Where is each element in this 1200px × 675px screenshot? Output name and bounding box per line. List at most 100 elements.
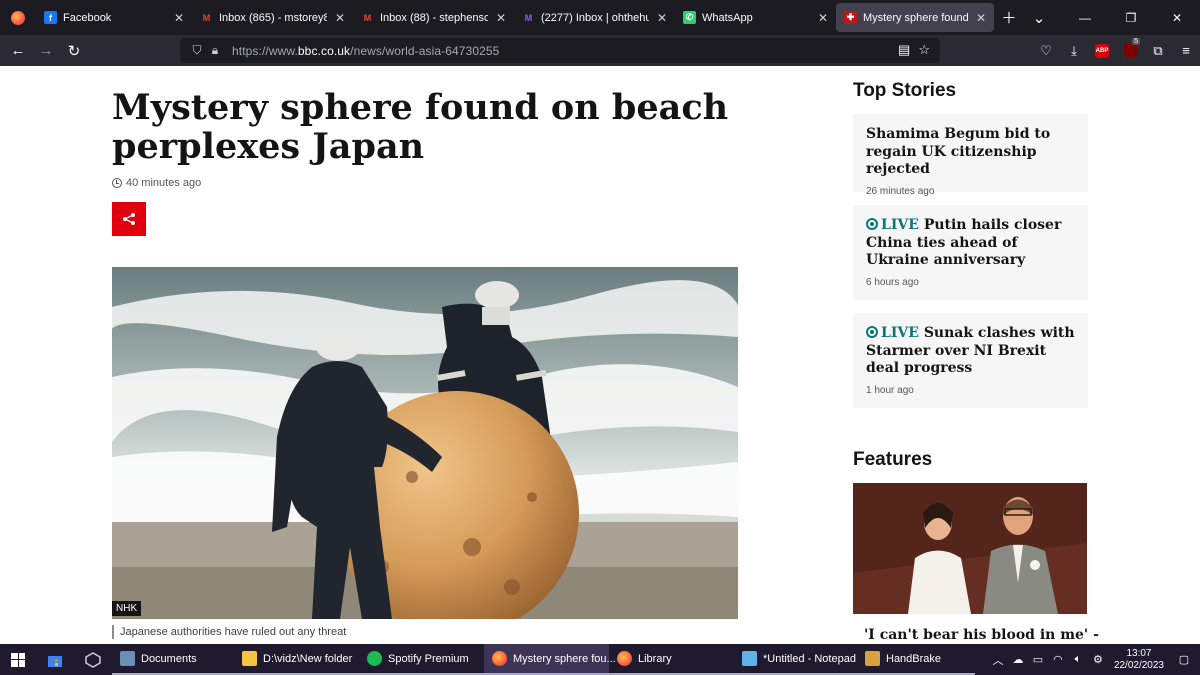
- taskbar-app-label: HandBrake: [886, 652, 942, 665]
- share-button[interactable]: [112, 202, 146, 236]
- store-icon[interactable]: [36, 644, 74, 675]
- taskbar-app-label: Spotify Premium: [388, 652, 469, 665]
- taskbar-app-library[interactable]: Library: [609, 644, 734, 675]
- ublock-icon[interactable]: 5: [1116, 37, 1144, 65]
- clock-date: 22/02/2023: [1113, 659, 1164, 671]
- bookmark-star-icon[interactable]: ☆: [918, 42, 930, 58]
- system-clock[interactable]: 13:07 22/02/2023: [1114, 648, 1164, 672]
- taskbar-app-notepad[interactable]: *Untitled - Notepad: [734, 644, 857, 675]
- downloads-icon[interactable]: ⤓: [1060, 37, 1088, 65]
- tab-bbc-active[interactable]: ✚ Mystery sphere found on be ✕: [836, 3, 994, 32]
- adblock-plus-icon[interactable]: ABP: [1088, 37, 1116, 65]
- top-story-item[interactable]: LIVE Putin hails closer China ties ahead…: [853, 205, 1088, 300]
- tracking-shield-icon[interactable]: ⛉: [188, 43, 206, 58]
- start-button[interactable]: [0, 644, 36, 675]
- tab-protonmail[interactable]: M (2277) Inbox | ohthehumanit ✕: [514, 0, 675, 35]
- windows-logo-icon: [11, 652, 25, 667]
- reader-view-icon[interactable]: ▤: [898, 42, 910, 58]
- article-timestamp: 40 minutes ago: [112, 177, 201, 189]
- top-story-item[interactable]: Shamima Begum bid to regain UK citizensh…: [853, 114, 1088, 197]
- app-shortcut-icon[interactable]: [74, 644, 112, 675]
- taskbar-app-label: *Untitled - Notepad: [763, 652, 856, 665]
- close-icon[interactable]: ✕: [172, 11, 186, 25]
- story-time: 6 hours ago: [866, 276, 919, 288]
- new-tab-button[interactable]: ＋: [994, 0, 1024, 35]
- taskbar-app-spotify[interactable]: Spotify Premium: [359, 644, 484, 675]
- protonmail-icon: M: [524, 12, 533, 23]
- abp-label: ABP: [1095, 43, 1109, 58]
- handbrake-icon: [865, 651, 880, 666]
- url-path: /news/world-asia-64730255: [350, 43, 500, 58]
- cloud-icon[interactable]: ☁: [1008, 653, 1028, 666]
- system-tray: ︿ ☁ ▭ ◠ 🔈︎ ⚙ 13:07 22/02/2023 ▢: [988, 644, 1200, 675]
- back-arrow-icon[interactable]: ←: [4, 37, 32, 65]
- lock-icon[interactable]: 🔒︎: [206, 43, 224, 58]
- story-time: 26 minutes ago: [866, 185, 935, 197]
- taskbar-app-file-explorer[interactable]: D:\vidz\New folder: [234, 644, 359, 675]
- live-label: LIVE: [881, 325, 919, 341]
- tab-whatsapp[interactable]: ✆ WhatsApp ✕: [675, 0, 836, 35]
- close-icon[interactable]: ✕: [333, 11, 347, 25]
- reload-icon[interactable]: ↻: [60, 37, 88, 65]
- beach-sphere-photo: [112, 267, 738, 619]
- url-text[interactable]: https://www.bbc.co.uk/news/world-asia-64…: [232, 44, 499, 58]
- story-title[interactable]: LIVE Sunak clashes with Starmer over NI …: [866, 325, 1076, 378]
- volume-icon[interactable]: 🔈︎: [1068, 653, 1088, 666]
- close-icon[interactable]: ✕: [816, 11, 830, 25]
- whatsapp-icon: ✆: [683, 11, 696, 24]
- pocket-icon[interactable]: ♡: [1032, 37, 1060, 65]
- taskbar-app-documents[interactable]: Documents: [112, 644, 234, 675]
- image-credit-badge: NHK: [112, 601, 142, 616]
- documents-icon: [120, 651, 135, 666]
- hamburger-menu-icon[interactable]: ≡: [1172, 37, 1200, 65]
- top-stories-heading: Top Stories: [853, 80, 957, 101]
- list-tabs-chevron-icon[interactable]: ⌄: [1024, 0, 1054, 35]
- url-domain: bbc.co.uk: [297, 43, 351, 58]
- close-window-button[interactable]: ✕: [1154, 0, 1200, 35]
- url-bar[interactable]: ⛉ 🔒︎ https://www.bbc.co.uk/news/world-as…: [180, 38, 940, 63]
- clock-time: 13:07: [1126, 647, 1152, 659]
- taskbar-app-firefox-active[interactable]: Mystery sphere fou...: [484, 644, 616, 675]
- top-story-item[interactable]: LIVE Sunak clashes with Starmer over NI …: [853, 313, 1088, 408]
- url-prefix: https://www.: [232, 43, 298, 58]
- windows-taskbar: Documents D:\vidz\New folder Spotify Pre…: [0, 644, 1200, 675]
- close-icon[interactable]: ✕: [974, 11, 988, 25]
- tab-title: WhatsApp: [702, 11, 753, 24]
- taskbar-app-label: Library: [638, 652, 672, 665]
- tab-title: (2277) Inbox | ohthehumanit: [541, 11, 649, 24]
- notifications-icon[interactable]: ▢: [1174, 653, 1194, 666]
- tab-gmail-1[interactable]: M Inbox (865) - mstorey84@gr ✕: [192, 0, 353, 35]
- clock-icon: [112, 178, 122, 188]
- share-icon: [123, 213, 135, 225]
- toolbar: ♡ ⤓ ABP 5 ⧉ ≡: [1032, 35, 1200, 66]
- extensions-icon[interactable]: ⧉: [1144, 37, 1172, 65]
- article-main-image[interactable]: [112, 267, 738, 619]
- tab-title: Inbox (865) - mstorey84@gr: [219, 11, 327, 24]
- firefox-icon: [617, 651, 632, 666]
- show-hidden-icons-chevron-icon[interactable]: ︿: [988, 652, 1008, 668]
- image-caption: Japanese authorities have ruled out any …: [112, 625, 346, 639]
- feature-image[interactable]: [853, 483, 1087, 614]
- taskbar-app-label: Documents: [141, 652, 197, 665]
- spotify-icon: [367, 651, 382, 666]
- feature-title[interactable]: 'I can't bear his blood in me' -: [864, 627, 1099, 643]
- minimize-button[interactable]: —: [1062, 0, 1108, 35]
- restore-button[interactable]: ❐: [1108, 0, 1154, 35]
- firefox-menu-button[interactable]: [0, 0, 36, 35]
- folder-icon: [242, 651, 257, 666]
- battery-icon[interactable]: ▭: [1028, 653, 1048, 666]
- close-icon[interactable]: ✕: [655, 11, 669, 25]
- story-title[interactable]: LIVE Putin hails closer China ties ahead…: [866, 217, 1076, 270]
- tab-facebook[interactable]: f Facebook ✕: [36, 0, 192, 35]
- ublock-count-badge: 5: [1132, 37, 1140, 45]
- tab-gmail-2[interactable]: M Inbox (88) - stephensonquar ✕: [353, 0, 514, 35]
- features-heading: Features: [853, 449, 933, 470]
- story-title[interactable]: Shamima Begum bid to regain UK citizensh…: [866, 126, 1076, 179]
- story-time: 1 hour ago: [866, 384, 914, 396]
- wifi-icon[interactable]: ◠: [1048, 653, 1068, 666]
- taskbar-app-handbrake[interactable]: HandBrake: [857, 644, 975, 675]
- settings-gear-icon[interactable]: ⚙: [1088, 653, 1108, 666]
- forward-arrow-icon[interactable]: →: [32, 37, 60, 65]
- close-icon[interactable]: ✕: [494, 11, 508, 25]
- timestamp-text: 40 minutes ago: [126, 177, 202, 189]
